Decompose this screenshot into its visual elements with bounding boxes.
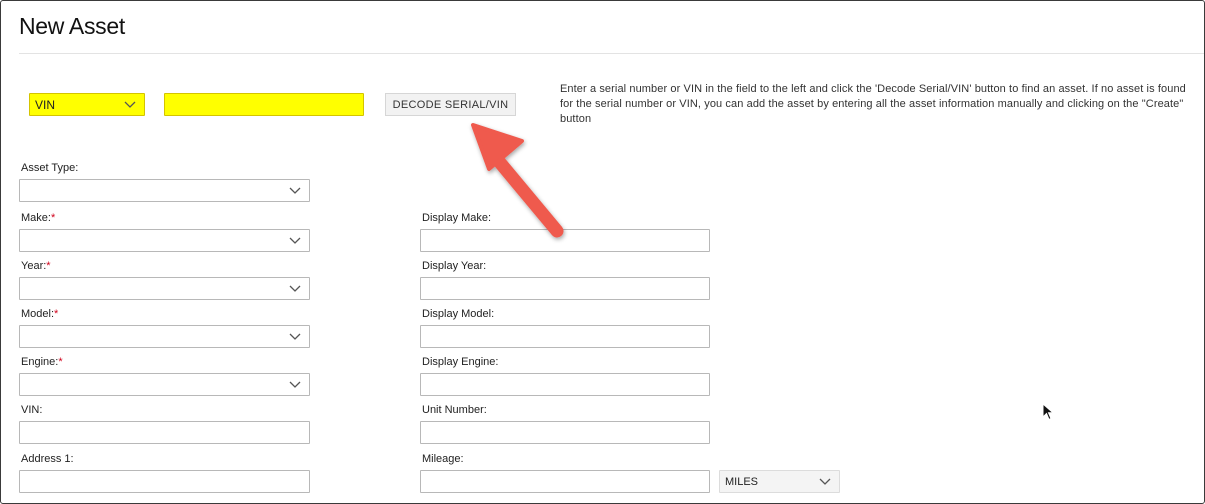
make-select[interactable] — [19, 229, 310, 252]
header-divider — [19, 53, 1204, 54]
address1-field[interactable] — [19, 470, 310, 493]
required-marker: * — [58, 356, 63, 368]
chevron-down-icon — [819, 476, 831, 486]
asset-type-label: Asset Type: — [21, 162, 78, 174]
mileage-label: Mileage: — [422, 453, 464, 465]
year-label-text: Year: — [21, 260, 47, 272]
chevron-down-icon — [289, 283, 301, 293]
annotation-arrow-icon — [467, 119, 572, 249]
required-marker: * — [50, 212, 56, 224]
chevron-down-icon — [289, 185, 301, 195]
engine-label: Engine:* — [21, 356, 63, 368]
display-engine-field[interactable] — [420, 373, 710, 396]
year-select[interactable] — [19, 277, 310, 300]
asset-type-label-text: Asset Type: — [21, 162, 79, 174]
page-title: New Asset — [19, 13, 125, 39]
model-label-text: Model: — [21, 308, 55, 320]
asset-type-select[interactable] — [19, 179, 310, 202]
unit-number-field[interactable] — [420, 421, 710, 444]
display-engine-label: Display Engine: — [422, 356, 499, 368]
chevron-down-icon — [124, 99, 136, 109]
display-year-label: Display Year: — [422, 260, 487, 272]
make-label: Make:* — [21, 212, 55, 224]
mouse-cursor-icon — [1042, 402, 1055, 426]
required-marker: * — [54, 308, 59, 320]
window-frame: New Asset VIN DECODE SERIAL/VIN Enter a … — [0, 0, 1205, 504]
required-marker: * — [46, 260, 51, 272]
lookup-help-text: Enter a serial number or VIN in the fiel… — [560, 83, 1186, 125]
year-label: Year:* — [21, 260, 51, 272]
lookup-type-value: VIN — [35, 98, 56, 112]
engine-label-text: Engine: — [21, 356, 59, 368]
display-model-field[interactable] — [420, 325, 710, 348]
unit-number-label: Unit Number: — [422, 404, 487, 416]
mileage-units-value: MILES — [725, 476, 759, 488]
display-model-label: Display Model: — [422, 308, 495, 320]
make-label-text: Make: — [21, 212, 51, 224]
chevron-down-icon — [289, 235, 301, 245]
chevron-down-icon — [289, 331, 301, 341]
display-year-field[interactable] — [420, 277, 710, 300]
serial-vin-input[interactable] — [164, 93, 364, 116]
vin-field[interactable] — [19, 421, 310, 444]
address1-label: Address 1: — [21, 453, 74, 465]
model-select[interactable] — [19, 325, 310, 348]
chevron-down-icon — [289, 379, 301, 389]
lookup-type-select[interactable]: VIN — [29, 93, 145, 116]
mileage-field[interactable] — [420, 470, 710, 493]
model-label: Model:* — [21, 308, 58, 320]
engine-select[interactable] — [19, 373, 310, 396]
vin-label: VIN: — [21, 404, 43, 416]
mileage-units-select[interactable]: MILES — [719, 470, 840, 493]
decode-serial-vin-button[interactable]: DECODE SERIAL/VIN — [385, 93, 516, 116]
